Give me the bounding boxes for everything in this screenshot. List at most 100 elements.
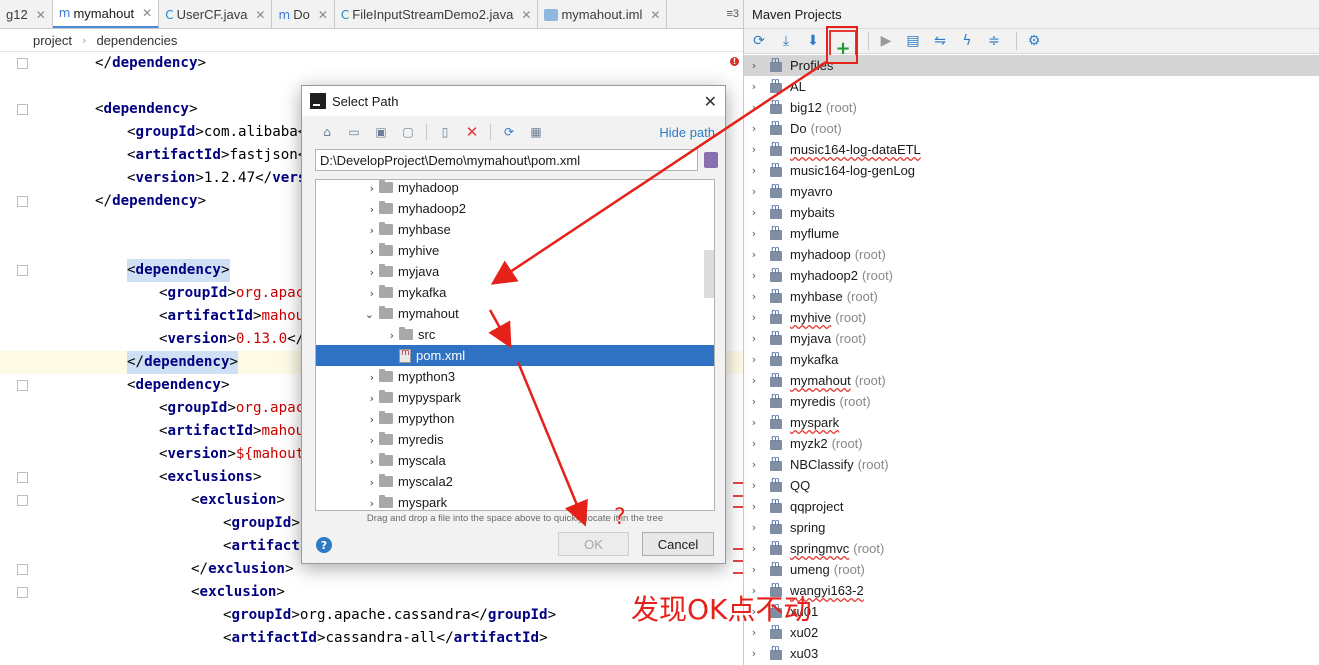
path-field[interactable] xyxy=(315,149,698,171)
error-stripe-mark[interactable] xyxy=(733,548,743,550)
desktop-icon[interactable]: ▭ xyxy=(345,123,363,141)
expand-arrow-icon[interactable]: › xyxy=(370,434,374,447)
tree-item-folder[interactable]: › myhive xyxy=(316,240,714,261)
download-icon[interactable]: ⬇ xyxy=(802,30,824,52)
maven-project-myspark[interactable]: › myspark xyxy=(744,412,1319,433)
expand-arrow-icon[interactable]: › xyxy=(370,245,374,258)
help-icon[interactable]: ? xyxy=(316,537,332,553)
expand-arrow-icon[interactable]: › xyxy=(370,455,374,468)
tab-g12[interactable]: g12 ✕ xyxy=(0,0,53,28)
close-icon[interactable]: ✕ xyxy=(36,8,46,22)
expand-arrow-icon[interactable]: › xyxy=(744,416,764,429)
expand-arrow-icon[interactable]: › xyxy=(744,101,764,114)
tab-do[interactable]: m Do ✕ xyxy=(272,0,335,28)
maven-project-myhbase[interactable]: › myhbase(root) xyxy=(744,286,1319,307)
expand-arrow-icon[interactable]: › xyxy=(370,287,374,300)
tree-item-folder[interactable]: › myhadoop xyxy=(316,180,714,198)
show-hidden-icon[interactable]: ▦ xyxy=(527,123,545,141)
expand-arrow-icon[interactable]: › xyxy=(744,458,764,471)
module-icon[interactable]: ▢ xyxy=(399,123,417,141)
error-stripe-mark[interactable] xyxy=(733,495,743,497)
ok-button[interactable]: OK xyxy=(558,532,629,556)
expand-arrow-icon[interactable]: › xyxy=(744,374,764,387)
maven-project-xu03[interactable]: › xu03 xyxy=(744,643,1319,664)
maven-project-qqproject[interactable]: › qqproject xyxy=(744,496,1319,517)
expand-arrow-icon[interactable]: › xyxy=(744,353,764,366)
tab-overflow-button[interactable]: ≡3 xyxy=(722,0,743,28)
reimport-icon[interactable]: ⤓ xyxy=(775,30,797,52)
maven-project-do[interactable]: › Do(root) xyxy=(744,118,1319,139)
expand-arrow-icon[interactable]: › xyxy=(744,479,764,492)
maven-project-umeng[interactable]: › umeng(root) xyxy=(744,559,1319,580)
collapse-arrow-icon[interactable]: ⌄ xyxy=(365,308,374,321)
error-stripe-mark[interactable] xyxy=(733,572,743,574)
maven-project-myhadoop[interactable]: › myhadoop(root) xyxy=(744,244,1319,265)
expand-arrow-icon[interactable]: › xyxy=(744,206,764,219)
expand-arrow-icon[interactable]: › xyxy=(744,542,764,555)
maven-project-springmvc[interactable]: › springmvc(root) xyxy=(744,538,1319,559)
error-stripe-mark[interactable] xyxy=(733,506,743,508)
path-history-icon[interactable] xyxy=(704,152,718,168)
expand-arrow-icon[interactable]: › xyxy=(744,185,764,198)
breadcrumb-project[interactable]: project xyxy=(33,33,72,48)
editor-scrollbar[interactable] xyxy=(733,52,743,665)
maven-project-spring[interactable]: › spring xyxy=(744,517,1319,538)
maven-project-myavro[interactable]: › myavro xyxy=(744,181,1319,202)
expand-arrow-icon[interactable]: › xyxy=(744,59,764,72)
maven-project-myhadoop2[interactable]: › myhadoop2(root) xyxy=(744,265,1319,286)
maven-project-qq[interactable]: › QQ xyxy=(744,475,1319,496)
tab-fileinputstreamdemo2-java[interactable]: C FileInputStreamDemo2.java ✕ xyxy=(335,0,539,28)
tree-item-folder[interactable]: › myredis xyxy=(316,429,714,450)
maven-project-myhive[interactable]: › myhive(root) xyxy=(744,307,1319,328)
delete-icon[interactable]: ✕ xyxy=(463,123,481,141)
file-tree-scrollbar[interactable] xyxy=(704,250,714,298)
tree-item-folder[interactable]: › mypython xyxy=(316,408,714,429)
home-icon[interactable]: ⌂ xyxy=(318,123,336,141)
tree-item-folder[interactable]: › myhbase xyxy=(316,219,714,240)
tree-item-folder[interactable]: › myscala xyxy=(316,450,714,471)
expand-arrow-icon[interactable]: › xyxy=(370,392,374,405)
expand-arrow-icon[interactable]: › xyxy=(744,332,764,345)
project-icon[interactable]: ▣ xyxy=(372,123,390,141)
expand-arrow-icon[interactable]: › xyxy=(744,164,764,177)
error-stripe-mark[interactable] xyxy=(733,482,743,484)
expand-arrow-icon[interactable]: › xyxy=(370,371,374,384)
close-icon[interactable]: ✕ xyxy=(318,8,328,22)
maven-project-music164-log-dataetl[interactable]: › music164-log-dataETL xyxy=(744,139,1319,160)
tab-mymahout-iml[interactable]: mymahout.iml ✕ xyxy=(538,0,668,28)
maven-project-tree[interactable]: ›Profiles›AL›big12(root)›Do(root)›music1… xyxy=(744,55,1319,665)
maven-project-big12[interactable]: › big12(root) xyxy=(744,97,1319,118)
tree-item-folder[interactable]: › myspark xyxy=(316,492,714,510)
maven-project-music164-log-genlog[interactable]: › music164-log-genLog xyxy=(744,160,1319,181)
expand-arrow-icon[interactable]: › xyxy=(390,329,394,342)
tab-usercf-java[interactable]: C UserCF.java ✕ xyxy=(159,0,273,28)
tree-item-folder[interactable]: ⌄ mymahout xyxy=(316,303,714,324)
maven-project-mybaits[interactable]: › mybaits xyxy=(744,202,1319,223)
expand-arrow-icon[interactable]: › xyxy=(744,122,764,135)
file-tree[interactable]: › myhadoop › myhadoop2 › myhbase › myhive › myjav… xyxy=(315,179,715,511)
maven-project-myzk2[interactable]: › myzk2(root) xyxy=(744,433,1319,454)
expand-arrow-icon[interactable]: › xyxy=(744,395,764,408)
close-icon[interactable]: ✕ xyxy=(142,6,152,20)
expand-arrow-icon[interactable]: › xyxy=(744,563,764,576)
close-icon[interactable]: ✕ xyxy=(704,92,717,111)
expand-arrow-icon[interactable]: › xyxy=(744,521,764,534)
expand-arrow-icon[interactable]: › xyxy=(744,290,764,303)
collapse-icon[interactable]: ≑ xyxy=(983,30,1005,52)
expand-arrow-icon[interactable]: › xyxy=(744,143,764,156)
maven-project-profiles[interactable]: › Profiles xyxy=(744,55,1319,76)
tree-item-folder[interactable]: › mypyspark xyxy=(316,387,714,408)
run-icon[interactable]: ▶ xyxy=(875,30,897,52)
expand-arrow-icon[interactable]: › xyxy=(370,224,374,237)
maven-project-mykafka[interactable]: › mykafka xyxy=(744,349,1319,370)
maven-project-myjava[interactable]: › myjava(root) xyxy=(744,328,1319,349)
tree-item-folder[interactable]: › mykafka xyxy=(316,282,714,303)
refresh-icon[interactable]: ⟳ xyxy=(748,30,770,52)
close-icon[interactable]: ✕ xyxy=(255,8,265,22)
expand-arrow-icon[interactable]: › xyxy=(370,413,374,426)
expand-arrow-icon[interactable]: › xyxy=(744,80,764,93)
hide-path-link[interactable]: Hide path xyxy=(659,125,715,140)
maven-project-al[interactable]: › AL xyxy=(744,76,1319,97)
maven-project-myredis[interactable]: › myredis(root) xyxy=(744,391,1319,412)
refresh-icon[interactable]: ⟳ xyxy=(500,123,518,141)
